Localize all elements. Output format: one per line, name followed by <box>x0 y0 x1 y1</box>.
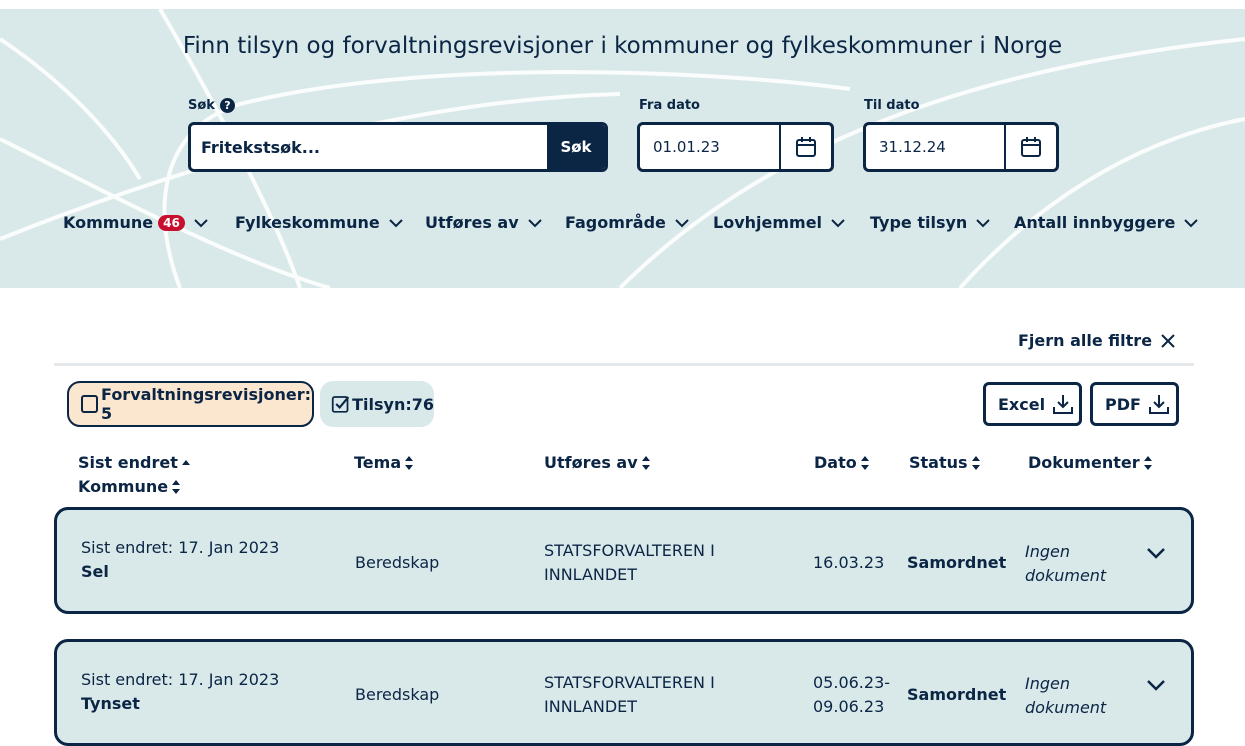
row-no-document-1: Ingen <box>1025 542 1070 561</box>
search-label: Søk <box>188 98 215 113</box>
row-no-document-2: dokument <box>1025 698 1107 717</box>
column-dato[interactable]: Dato <box>814 453 870 472</box>
row-dato-start: 05.06.23- <box>813 673 891 692</box>
row-status: Samordnet <box>907 685 1007 704</box>
filter-bar: Kommune 46 Fylkeskommune Utføres av Fago… <box>0 213 1245 237</box>
excel-download-button[interactable]: Excel <box>983 382 1082 426</box>
to-date-value[interactable]: 31.12.24 <box>866 125 1004 169</box>
checkbox-unchecked-icon[interactable] <box>81 395 99 413</box>
calendar-icon[interactable] <box>779 125 831 169</box>
to-date-field[interactable]: 31.12.24 <box>863 122 1059 172</box>
row-kommune: Sel <box>81 562 109 581</box>
filter-lovhjemmel[interactable]: Lovhjemmel <box>713 213 845 232</box>
row-no-document-1: Ingen <box>1025 674 1070 693</box>
column-label: Dato <box>814 453 857 472</box>
search-button[interactable]: Søk <box>547 125 605 169</box>
row-utfores-1: STATSFORVALTEREN I <box>544 541 715 560</box>
page-title: Finn tilsyn og forvaltningsrevisjoner i … <box>182 33 1063 59</box>
chevron-down-icon <box>675 218 689 227</box>
toggle-label: Forvaltningsrevisjoner: 5 <box>101 385 311 423</box>
filter-label: Type tilsyn <box>870 213 968 232</box>
chevron-down-icon <box>1184 218 1199 227</box>
filter-label: Kommune <box>63 213 154 232</box>
search-field: Søk <box>188 122 608 172</box>
clear-filters-label: Fjern alle filtre <box>1018 331 1153 350</box>
row-utfores-2: INNLANDET <box>544 697 638 716</box>
filter-kommune[interactable]: Kommune 46 <box>63 213 208 232</box>
row-utfores-1: STATSFORVALTEREN I <box>544 673 715 692</box>
column-label: Utføres av <box>544 453 638 472</box>
column-kommune[interactable]: Kommune <box>78 477 181 496</box>
checkbox-checked-icon[interactable] <box>331 393 350 415</box>
column-label: Status <box>909 453 968 472</box>
filter-fagomrade[interactable]: Fagområde <box>565 213 689 232</box>
close-icon <box>1161 333 1175 348</box>
pdf-label: PDF <box>1105 394 1141 414</box>
column-label: Tema <box>354 453 402 472</box>
filter-label: Fylkeskommune <box>235 213 380 232</box>
excel-label: Excel <box>998 394 1046 414</box>
table-row[interactable]: Sist endret: 17. Jan 2023 Tynset Beredsk… <box>54 639 1194 746</box>
row-kommune: Tynset <box>81 694 140 713</box>
sort-icon <box>641 455 650 470</box>
row-status: Samordnet <box>907 553 1007 572</box>
toggle-label: Tilsyn:76 <box>352 394 434 414</box>
row-dato: 16.03.23 <box>813 553 885 572</box>
help-icon[interactable]: ? <box>219 98 235 113</box>
table-row[interactable]: Sist endret: 17. Jan 2023 Sel Beredskap … <box>54 507 1194 614</box>
row-tema: Beredskap <box>355 685 440 704</box>
sort-icon <box>405 455 414 470</box>
search-hero: Finn tilsyn og forvaltningsrevisjoner i … <box>0 9 1245 288</box>
chevron-down-icon <box>831 218 845 227</box>
row-changed: Sist endret: 17. Jan 2023 <box>81 538 280 557</box>
sort-icon <box>1143 455 1152 470</box>
column-dokumenter[interactable]: Dokumenter <box>1028 453 1153 472</box>
chevron-down-icon <box>527 218 542 227</box>
search-input[interactable] <box>191 125 547 169</box>
chevron-down-icon <box>194 218 208 227</box>
chevron-down-icon[interactable] <box>1146 678 1166 692</box>
sort-icon <box>860 455 869 470</box>
clear-filters-button[interactable]: Fjern alle filtre <box>1018 331 1176 350</box>
toggle-tilsyn[interactable]: Tilsyn:76 <box>320 381 434 427</box>
calendar-icon[interactable] <box>1004 125 1056 169</box>
count-badge: 46 <box>158 214 185 231</box>
column-status[interactable]: Status <box>909 453 981 472</box>
column-label: Sist endret <box>78 453 178 472</box>
from-date-label: Fra dato <box>639 98 700 113</box>
sort-icon <box>172 479 181 494</box>
download-icon <box>1148 395 1169 414</box>
row-utfores-2: INNLANDET <box>544 565 638 584</box>
filter-label: Antall innbyggere <box>1014 213 1176 232</box>
from-date-field[interactable]: 01.01.23 <box>637 122 834 172</box>
sort-icon <box>971 455 980 470</box>
column-utfores-av[interactable]: Utføres av <box>544 453 651 472</box>
row-no-document-2: dokument <box>1025 566 1107 585</box>
filter-antall-innbyggere[interactable]: Antall innbyggere <box>1014 213 1199 232</box>
column-label: Dokumenter <box>1028 453 1140 472</box>
pdf-download-button[interactable]: PDF <box>1090 382 1179 426</box>
sort-ascending-icon <box>181 459 190 465</box>
chevron-down-icon <box>976 218 990 227</box>
filter-fylkeskommune[interactable]: Fylkeskommune <box>235 213 403 232</box>
from-date-value[interactable]: 01.01.23 <box>640 125 779 169</box>
column-tema[interactable]: Tema <box>354 453 414 472</box>
filter-label: Utføres av <box>425 213 519 232</box>
chevron-down-icon <box>389 218 403 227</box>
filter-label: Lovhjemmel <box>713 213 823 232</box>
to-date-label: Til dato <box>864 98 920 113</box>
row-dato-end: 09.06.23 <box>813 697 885 716</box>
column-sist-endret[interactable]: Sist endret <box>78 453 191 472</box>
filter-label: Fagområde <box>565 213 666 232</box>
toggle-forvaltningsrevisjoner[interactable]: Forvaltningsrevisjoner: 5 <box>67 381 314 427</box>
filter-utfores-av[interactable]: Utføres av <box>425 213 542 232</box>
row-tema: Beredskap <box>355 553 440 572</box>
download-icon <box>1053 395 1074 414</box>
search-label-wrap: Søk ? <box>188 98 235 113</box>
chevron-down-icon[interactable] <box>1146 546 1166 560</box>
divider <box>54 363 1194 366</box>
row-changed: Sist endret: 17. Jan 2023 <box>81 670 280 689</box>
column-label: Kommune <box>78 477 169 496</box>
filter-type-tilsyn[interactable]: Type tilsyn <box>870 213 990 232</box>
